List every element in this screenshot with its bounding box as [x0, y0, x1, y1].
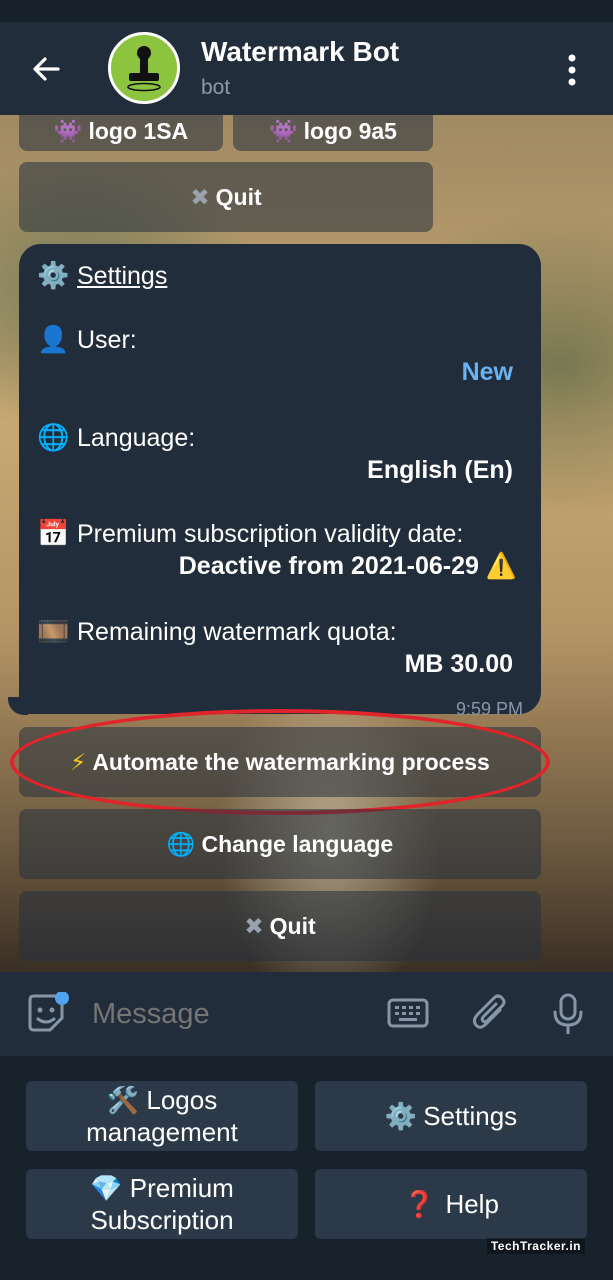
globe-icon: 🌐 [37, 422, 70, 452]
language-label: Language: [77, 424, 196, 452]
keyboard-icon[interactable] [386, 992, 430, 1036]
globe-icon: 🌐 [166, 830, 196, 857]
help-button[interactable]: ❓ Help [315, 1169, 587, 1239]
quota-label: Remaining watermark quota: [77, 618, 397, 646]
back-arrow-icon[interactable] [28, 50, 66, 88]
quit-label: Quit [269, 912, 316, 939]
user-label: User: [77, 326, 137, 354]
invader-icon: 👾 [53, 118, 83, 144]
chat-subtitle: bot [201, 76, 231, 99]
premium-label-2: Subscription [90, 1205, 234, 1235]
premium-subscription-button[interactable]: 💎 Premium Subscription [26, 1169, 298, 1239]
bot-avatar[interactable] [108, 32, 180, 104]
automate-label: Automate the watermarking process [92, 748, 490, 775]
status-bar [0, 0, 613, 22]
chat-title: Watermark Bot [201, 36, 400, 67]
gear-icon: ⚙️ [384, 1101, 418, 1131]
prev-quit-button[interactable]: ✖ Quit [19, 162, 433, 232]
settings-label: Settings [423, 1101, 518, 1131]
logos-management-button[interactable]: 🛠️ Logos management [26, 1081, 298, 1151]
tools-icon: 🛠️ [106, 1085, 140, 1115]
premium-line1: 💎 Premium [90, 1172, 234, 1204]
change-language-button[interactable]: 🌐 Change language [19, 809, 541, 879]
logo-1sa-label: logo 1SA [88, 118, 189, 144]
premium-label: Premium subscription validity date: [77, 520, 464, 548]
invader-icon: 👾 [269, 118, 298, 144]
film-icon: 🎞️ [37, 616, 70, 646]
calendar-icon: 📅 [37, 518, 70, 548]
chat-header: Watermark Bot bot [0, 22, 613, 115]
quota-value: MB 30.00 [404, 650, 513, 678]
gear-icon: ⚙️ [37, 260, 70, 290]
settings-title: Settings [77, 262, 168, 290]
premium-label-1: Premium [129, 1173, 234, 1203]
diamond-icon: 💎 [90, 1173, 123, 1203]
prev-quit-label: Quit [215, 183, 262, 210]
language-value: English (En) [367, 456, 513, 484]
question-mark-icon: ❓ [403, 1189, 436, 1219]
chat-area[interactable]: 👾 logo 1SA 👾 logo 9a5 ✖ Quit ⚙️ Settings… [0, 115, 613, 972]
change-language-label: Change language [201, 830, 394, 857]
warning-icon: ⚠️ [485, 552, 517, 580]
premium-value-row: Deactive from 2021-06-29 ⚠️ [179, 552, 517, 581]
more-options-icon[interactable] [558, 52, 586, 88]
logos-management-label-1: Logos [146, 1085, 218, 1115]
stamp-icon [127, 46, 161, 92]
message-input[interactable] [90, 994, 374, 1034]
logos-management-line1: 🛠️ Logos [107, 1084, 217, 1116]
sticker-emoji-icon[interactable] [24, 992, 72, 1036]
lightning-icon: ⚡ [70, 748, 87, 775]
premium-value: Deactive from 2021-06-29 [178, 552, 479, 580]
logo-1sa-button[interactable]: 👾 logo 1SA [19, 115, 223, 151]
attach-paperclip-icon[interactable] [470, 992, 510, 1036]
settings-button[interactable]: ⚙️ Settings [315, 1081, 587, 1151]
settings-message: ⚙️ Settings 👤 User: New 🌐 Language: Engl… [19, 244, 541, 719]
credit-watermark: TechTracker.in [486, 1238, 585, 1254]
user-value-link[interactable]: New [462, 358, 513, 387]
logo-9a5-label: logo 9a5 [303, 118, 397, 144]
help-label: Help [445, 1189, 499, 1219]
cross-icon: ✖ [190, 183, 210, 210]
reply-keyboard: 🛠️ Logos management ⚙️ Settings 💎 Premiu… [0, 1056, 613, 1280]
automate-button[interactable]: ⚡ Automate the watermarking process [19, 727, 541, 797]
cross-icon: ✖ [244, 912, 264, 939]
message-time: 9:59 PM [455, 699, 523, 719]
quit-button[interactable]: ✖ Quit [19, 891, 541, 961]
message-input-bar [0, 972, 613, 1056]
microphone-icon[interactable] [548, 992, 588, 1038]
user-icon: 👤 [37, 324, 70, 354]
logo-9a5-button[interactable]: 👾 logo 9a5 [233, 115, 433, 151]
logos-management-label-2: management [86, 1117, 238, 1147]
